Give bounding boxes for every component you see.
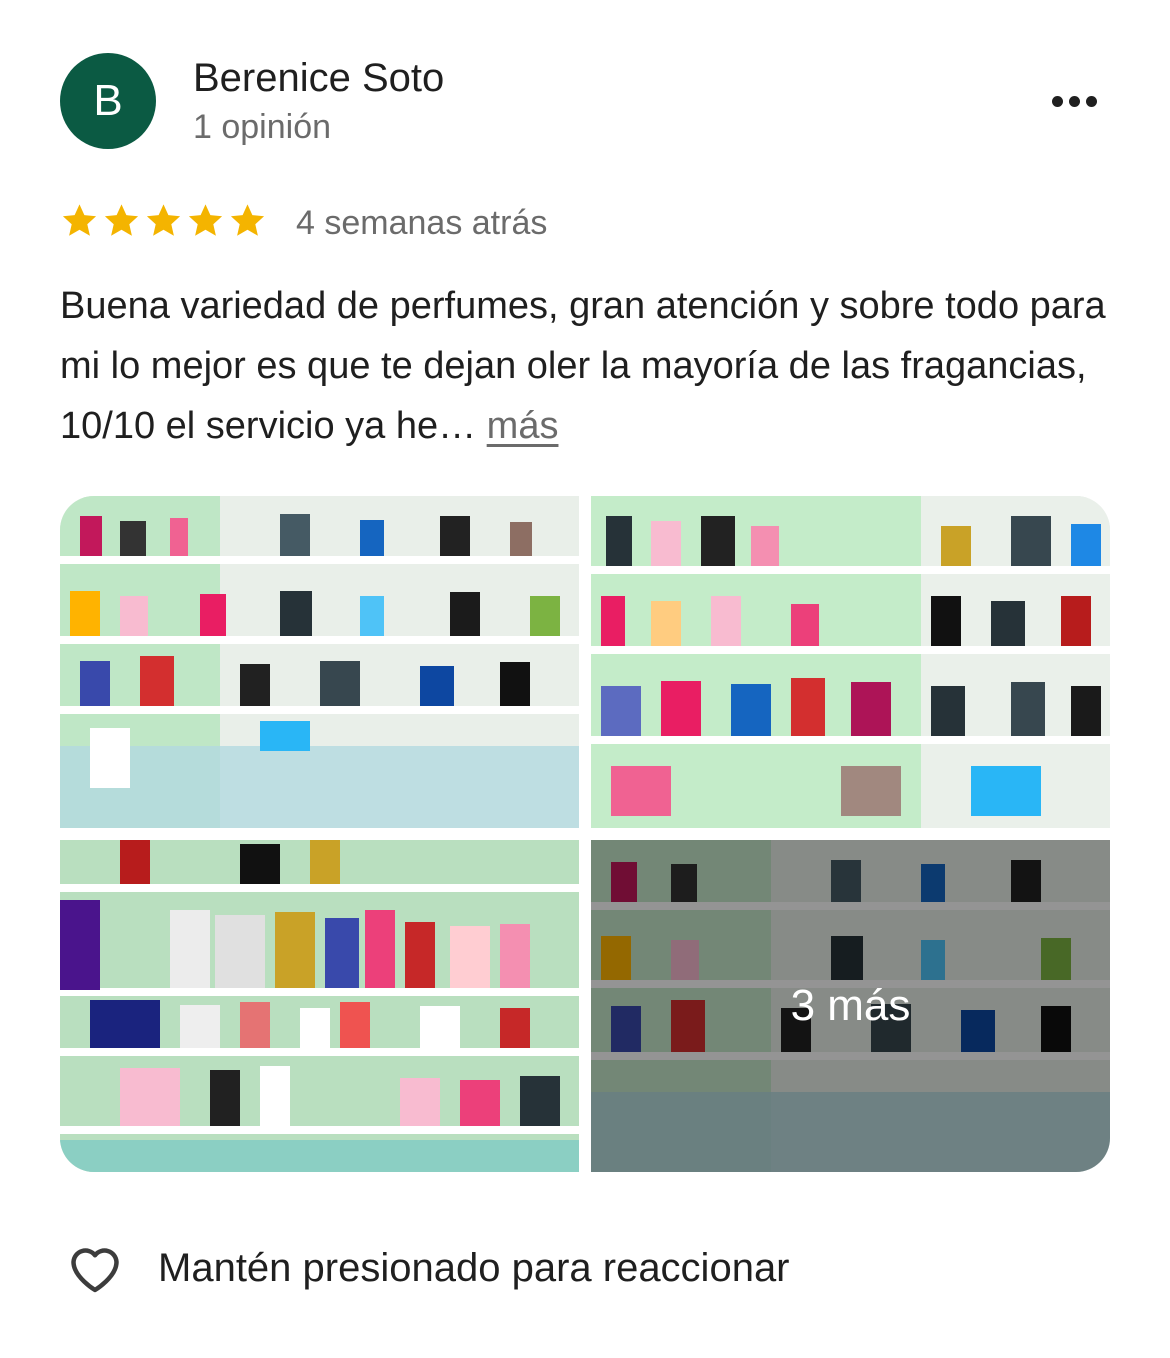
heart-outline-icon	[71, 1248, 119, 1293]
read-more-link[interactable]: más	[487, 405, 559, 447]
review-photo[interactable]	[591, 496, 1110, 828]
more-dot-icon	[1085, 95, 1097, 107]
review-photo[interactable]	[60, 496, 579, 828]
avatar[interactable]: B	[60, 53, 156, 149]
star-icon	[104, 204, 139, 236]
more-photos-label: 3 más	[790, 981, 911, 1030]
review-time: 4 semanas atrás	[296, 204, 548, 242]
star-icon	[188, 204, 223, 236]
review-photo[interactable]	[60, 840, 579, 1172]
review-body: Buena variedad de perfumes, gran atenció…	[60, 285, 1106, 447]
star-icon	[146, 204, 181, 236]
photo-image	[60, 840, 579, 1172]
star-rating	[60, 198, 267, 244]
author-name[interactable]: Berenice Soto	[193, 56, 444, 101]
more-dot-icon	[1051, 95, 1063, 107]
more-options-button[interactable]	[1042, 82, 1106, 120]
photo-gallery: 3 más	[60, 496, 1110, 1172]
reaction-label: Mantén presionado para reaccionar	[158, 1245, 790, 1290]
avatar-initial: B	[93, 76, 123, 125]
photo-image	[60, 496, 579, 828]
review-text: Buena variedad de perfumes, gran atenció…	[60, 276, 1120, 456]
author-review-count: 1 opinión	[193, 108, 332, 146]
more-dot-icon	[1068, 95, 1080, 107]
more-photos-overlay[interactable]: 3 más	[591, 840, 1110, 1172]
photo-image	[591, 496, 1110, 828]
star-icon	[230, 204, 265, 236]
star-icon	[62, 204, 97, 236]
review-photo[interactable]: 3 más	[591, 840, 1110, 1172]
reaction-button[interactable]: Mantén presionado para reaccionar	[64, 1238, 790, 1298]
review-card: B Berenice Soto 1 opinión 4 semanas atrá…	[0, 0, 1170, 1358]
